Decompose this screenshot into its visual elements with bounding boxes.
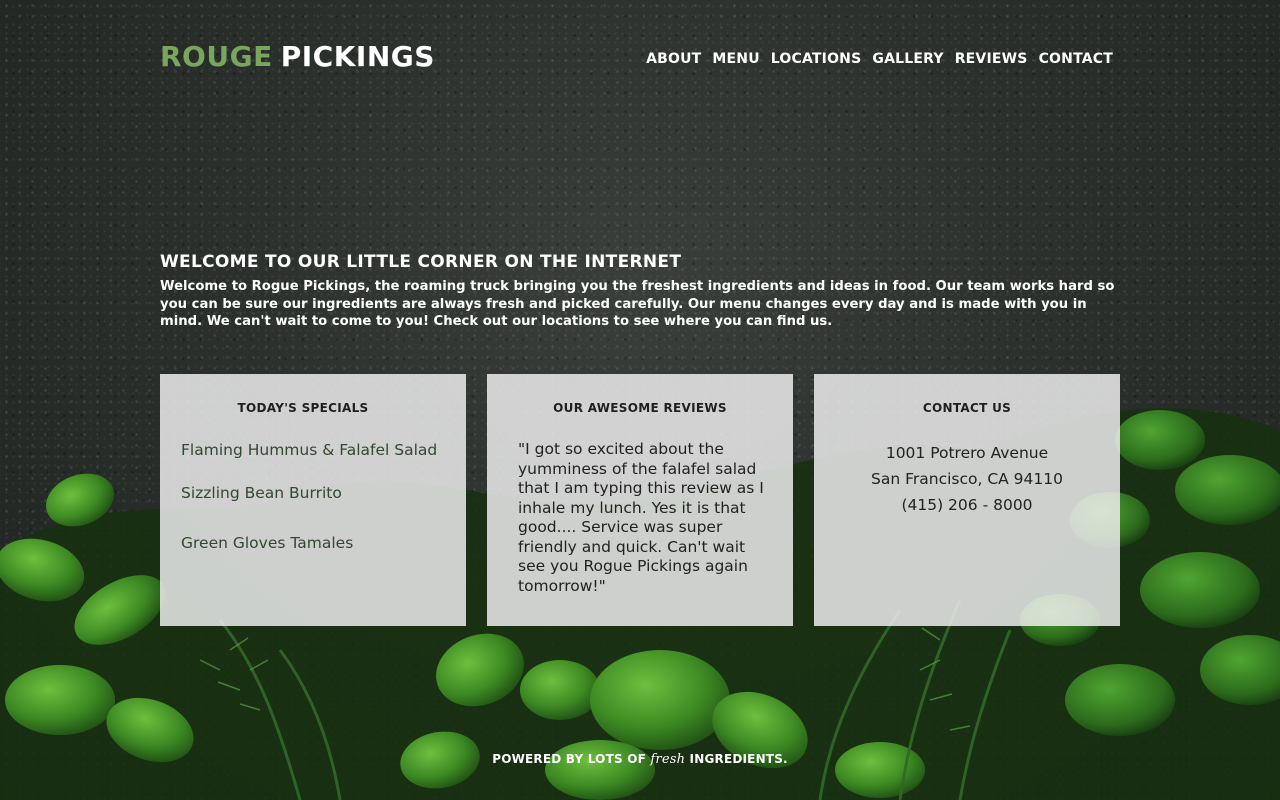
intro-text: Welcome to Rogue Pickings, the roaming t…: [160, 279, 1115, 329]
footer-suffix: INGREDIENTS.: [689, 752, 788, 766]
special-item[interactable]: Flaming Hummus & Falafel Salad: [181, 441, 437, 459]
reviews-card: OUR AWESOME REVIEWS "I got so excited ab…: [487, 374, 793, 626]
specials-title: TODAY'S SPECIALS: [237, 401, 369, 415]
nav-link-about[interactable]: ABOUT: [646, 51, 701, 67]
logo-part-pickings: PICKINGS: [280, 40, 435, 73]
special-item[interactable]: Green Gloves Tamales: [181, 534, 353, 552]
contact-address: 1001 Potrero Avenue San Francisco, CA 94…: [814, 440, 1120, 518]
main-nav: ABOUT MENU LOCATIONS GALLERY REVIEWS CON…: [646, 51, 1113, 67]
footer-prefix: POWERED BY LOTS OF: [492, 752, 646, 766]
site-logo[interactable]: ROUGE PICKINGS: [160, 40, 435, 73]
reviews-title: OUR AWESOME REVIEWS: [553, 401, 727, 415]
intro-section: WELCOME TO OUR LITTLE CORNER ON THE INTE…: [160, 252, 1120, 331]
nav-link-menu[interactable]: MENU: [712, 51, 759, 67]
review-text: "I got so excited about the yumminess of…: [518, 440, 764, 595]
intro-heading: WELCOME TO OUR LITTLE CORNER ON THE INTE…: [160, 252, 682, 272]
nav-link-reviews[interactable]: REVIEWS: [955, 51, 1028, 67]
nav-link-gallery[interactable]: GALLERY: [872, 51, 943, 67]
logo-part-rouge: ROUGE: [160, 40, 273, 73]
contact-title: CONTACT US: [922, 401, 1012, 415]
contact-street: 1001 Potrero Avenue: [885, 444, 1049, 462]
specials-card: TODAY'S SPECIALS Flaming Hummus & Falafe…: [160, 374, 466, 626]
special-item[interactable]: Sizzling Bean Burrito: [181, 484, 342, 502]
contact-card: CONTACT US 1001 Potrero Avenue San Franc…: [814, 374, 1120, 626]
site-footer: POWERED BY LOTS OF fresh INGREDIENTS.: [0, 752, 1280, 767]
contact-phone[interactable]: (415) 206 - 8000: [814, 492, 1120, 518]
nav-link-locations[interactable]: LOCATIONS: [771, 51, 862, 67]
nav-link-contact[interactable]: CONTACT: [1039, 51, 1113, 67]
footer-fresh-word: fresh: [650, 752, 686, 767]
contact-city: San Francisco, CA 94110: [871, 470, 1063, 488]
